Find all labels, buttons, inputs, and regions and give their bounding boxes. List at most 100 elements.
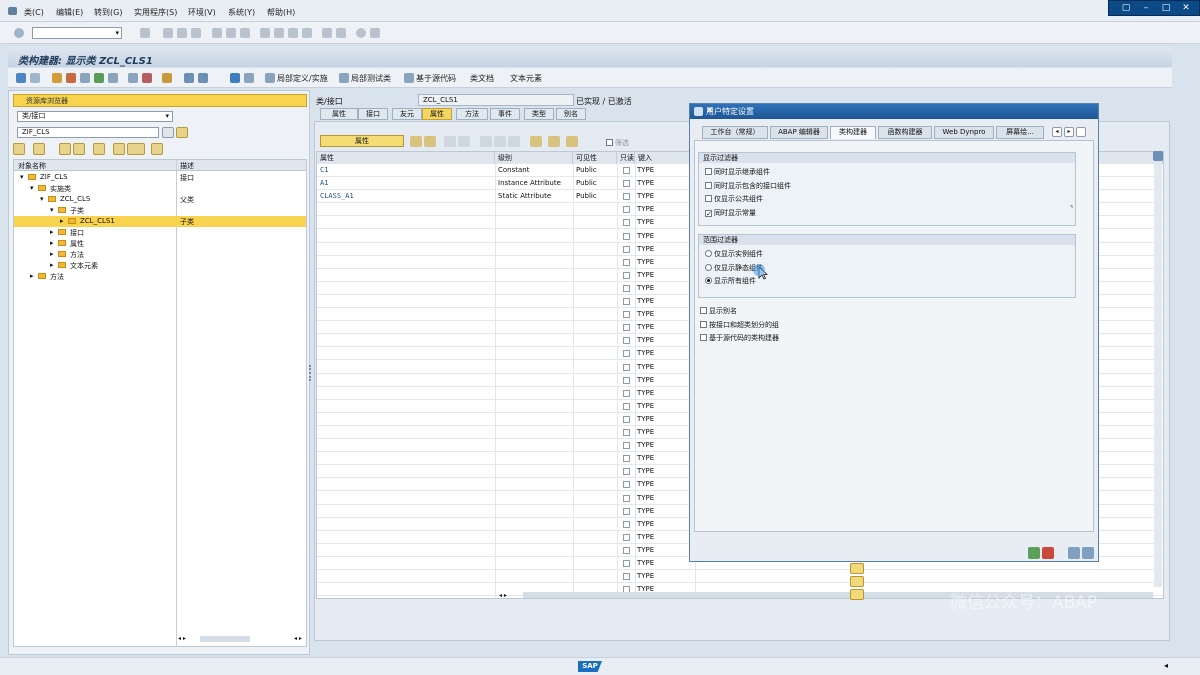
hierarchy-icon[interactable] [162, 73, 172, 83]
readonly-checkbox[interactable] [623, 324, 630, 332]
typing-cell[interactable]: TYPE [637, 336, 654, 344]
typing-cell[interactable]: TYPE [637, 218, 654, 226]
source-based-button[interactable]: 基于源代码 [416, 73, 456, 84]
back-arrow-icon[interactable] [16, 73, 26, 83]
typing-cell[interactable]: TYPE [637, 376, 654, 384]
test-icon[interactable] [128, 73, 138, 83]
table-row[interactable]: TYPE [317, 570, 1163, 584]
menu-class[interactable]: 类(C) [24, 7, 44, 18]
dialog-tab-screen-painter[interactable]: 屏幕绘... [996, 126, 1044, 139]
display-filter-option[interactable]: 同时显示包含的接口组件 [705, 181, 791, 191]
readonly-checkbox[interactable] [623, 546, 630, 554]
typing-cell[interactable]: TYPE [637, 258, 654, 266]
typing-cell[interactable]: TYPE [637, 179, 654, 187]
maximize-icon[interactable]: □ [1161, 3, 1171, 13]
grid-scroll-left-icon[interactable]: ◂ ▸ [499, 592, 507, 598]
typing-cell[interactable]: TYPE [637, 559, 654, 567]
tree-node[interactable]: ▾ ZIF_CLS 接口 [14, 172, 306, 183]
tab-scroll-left-icon[interactable]: ◂ [1052, 127, 1062, 137]
local-test-classes-button[interactable]: 局部测试类 [351, 73, 391, 84]
save-icon[interactable] [140, 28, 150, 38]
delete-row-icon[interactable] [458, 136, 470, 147]
typing-cell[interactable]: TYPE [637, 232, 654, 240]
col-attribute[interactable]: 属性 [317, 152, 495, 164]
readonly-checkbox[interactable] [623, 468, 630, 476]
typing-cell[interactable]: TYPE [637, 415, 654, 423]
detail-view-icon[interactable] [410, 136, 422, 147]
local-test-icon[interactable] [339, 73, 349, 83]
tree-scroll-left-icon[interactable]: ◂ ▸ [178, 635, 186, 642]
menu-edit[interactable]: 编辑(E) [56, 7, 83, 18]
tab-methods[interactable]: 方法 [456, 108, 488, 120]
nav-down-icon[interactable] [73, 143, 85, 155]
typing-cell[interactable]: TYPE [637, 507, 654, 515]
readonly-checkbox[interactable] [623, 402, 630, 410]
where-used-icon[interactable] [142, 73, 152, 83]
readonly-checkbox[interactable] [623, 271, 630, 279]
checkbox[interactable] [700, 307, 707, 314]
app-icon[interactable] [8, 7, 17, 15]
typing-cell[interactable]: TYPE [637, 402, 654, 410]
readonly-checkbox[interactable] [623, 337, 630, 345]
typing-cell[interactable]: TYPE [637, 572, 654, 580]
radio-button[interactable] [705, 277, 712, 284]
minimize-icon[interactable]: – [1141, 3, 1151, 13]
tree-node[interactable]: ▾ 子类 [14, 205, 306, 216]
layout-icon[interactable] [370, 28, 380, 38]
filter-icon[interactable] [230, 73, 240, 83]
last-page-icon[interactable] [302, 28, 312, 38]
forward-arrow-icon[interactable] [30, 73, 40, 83]
tree-node[interactable]: ▸ 文本元素 [14, 260, 306, 271]
readonly-checkbox[interactable] [623, 167, 630, 174]
dialog-tab-web-dynpro[interactable]: Web Dynpro [934, 126, 994, 139]
typing-cell[interactable]: TYPE [637, 546, 654, 554]
readonly-checkbox[interactable] [623, 350, 630, 358]
exit-icon[interactable] [177, 28, 187, 38]
readonly-checkbox[interactable] [623, 442, 630, 450]
restore-settings-icon[interactable] [1082, 547, 1094, 559]
pane-splitter[interactable] [309, 365, 311, 381]
typing-cell[interactable]: TYPE [637, 192, 654, 200]
readonly-checkbox[interactable] [623, 245, 630, 253]
readonly-checkbox[interactable] [623, 481, 630, 489]
info-icon[interactable] [198, 73, 208, 83]
tree-horizontal-scrollbar[interactable] [200, 636, 250, 642]
readonly-checkbox[interactable] [623, 232, 630, 240]
nav-find-icon[interactable] [93, 143, 105, 155]
tree-node[interactable]: ▸ ZCL_CLS1 子类 [14, 216, 306, 227]
typing-cell[interactable]: TYPE [637, 245, 654, 253]
typing-cell[interactable]: TYPE [637, 310, 654, 318]
readonly-checkbox[interactable] [623, 363, 630, 371]
menu-goto[interactable]: 转到(G) [94, 7, 122, 18]
checkbox[interactable] [700, 334, 707, 341]
display-filter-option[interactable]: 仅显示公共组件 [705, 194, 763, 204]
tab-interfaces[interactable]: 接口 [358, 108, 388, 120]
typing-cell[interactable]: TYPE [637, 467, 654, 475]
tab-types[interactable]: 类型 [524, 108, 554, 120]
dialog-tab-workbench[interactable]: 工作台（常规） [702, 126, 768, 139]
local-definitions-button[interactable]: 局部定义/实施 [277, 73, 328, 84]
favorite-icon[interactable] [127, 143, 145, 155]
hierarchy2-icon[interactable] [184, 73, 194, 83]
readonly-checkbox[interactable] [623, 415, 630, 423]
shortcut-icon[interactable] [336, 28, 346, 38]
status-expand-icon[interactable]: ◂ [1164, 661, 1168, 670]
display-filter-option[interactable]: ✓ 同时显示常量 [705, 208, 756, 218]
readonly-checkbox[interactable] [623, 560, 630, 567]
collapse-icon[interactable]: ▾ [50, 206, 54, 214]
extra-option[interactable]: 基于源代码的类构建器 [700, 333, 779, 343]
col-visibility[interactable]: 可见性 [573, 152, 617, 164]
readonly-checkbox[interactable] [623, 193, 630, 201]
filter-checkbox[interactable]: 筛选 [606, 138, 629, 148]
back-icon[interactable] [163, 28, 173, 38]
scope-filter-option[interactable]: 显示所有组件 [705, 276, 756, 286]
checkbox[interactable] [700, 320, 707, 328]
cancel-dialog-icon[interactable] [1042, 547, 1054, 559]
first-page-icon[interactable] [260, 28, 270, 38]
readonly-checkbox[interactable] [623, 311, 630, 319]
readonly-checkbox[interactable] [623, 376, 630, 384]
object-type-select[interactable]: 类/接口 ▾ [17, 111, 173, 122]
chevron-down-icon[interactable]: ▾ [115, 29, 119, 37]
copy-icon[interactable] [80, 73, 90, 83]
repository-browser-header[interactable]: 资源库浏览器 [13, 94, 307, 107]
